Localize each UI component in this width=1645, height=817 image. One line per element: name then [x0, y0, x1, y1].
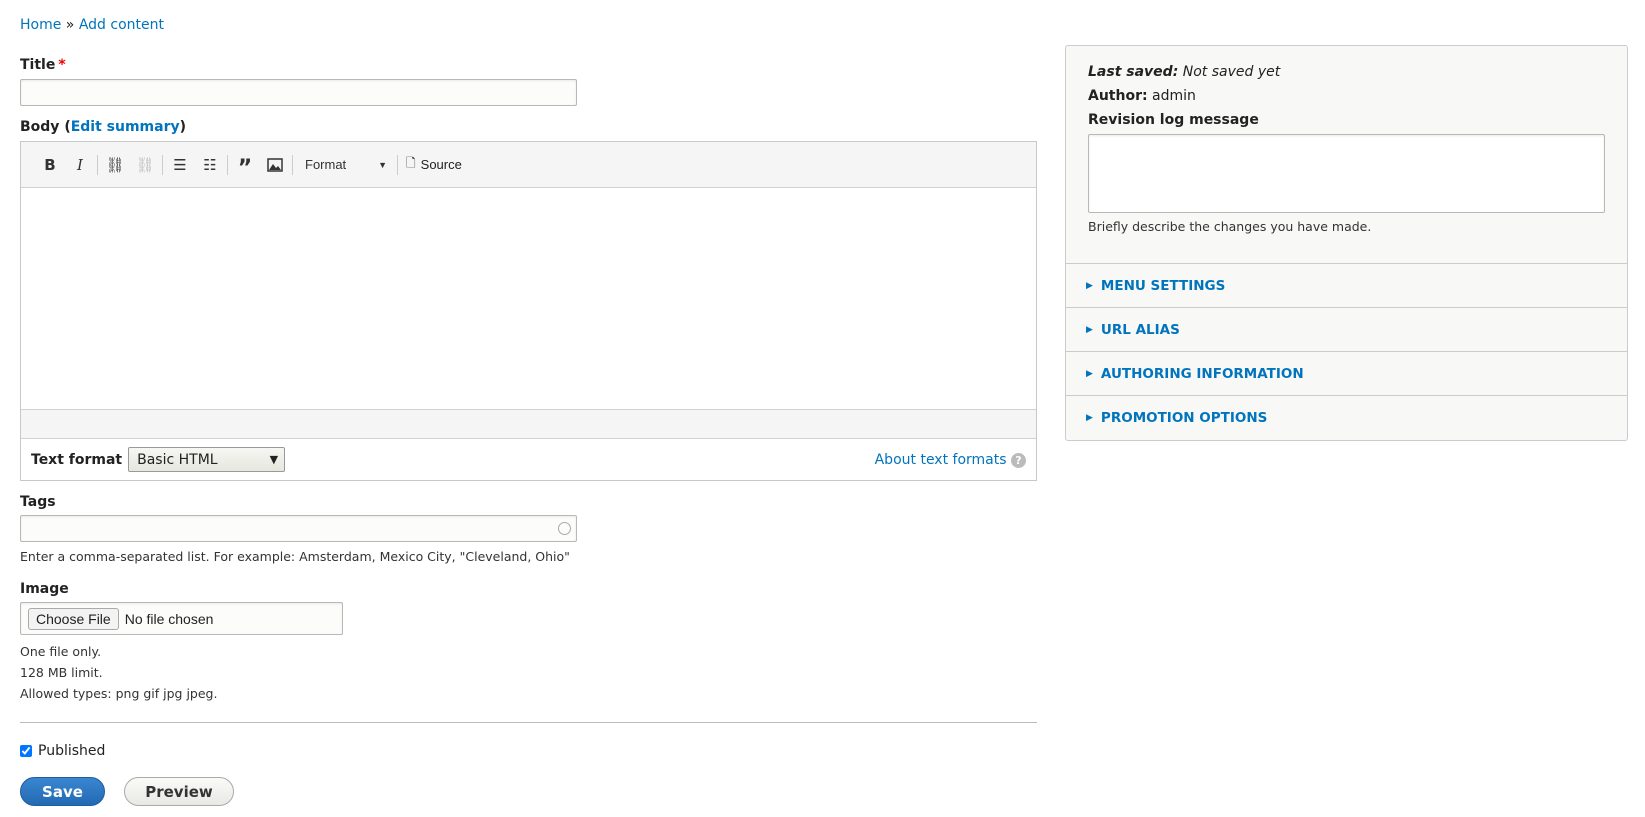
bold-icon[interactable]: B [35, 151, 65, 179]
author: Author: admin [1088, 88, 1196, 104]
chevron-down-icon: ▼ [269, 453, 279, 466]
meta-sidebar: Last saved: Not saved yet Author: admin … [1065, 45, 1628, 441]
published-checkbox[interactable] [20, 745, 32, 757]
breadcrumb-current[interactable]: Add content [79, 17, 164, 33]
tags-label: Tags [20, 494, 56, 510]
last-saved: Last saved: Not saved yet [1088, 64, 1281, 80]
link-icon[interactable]: ⛓ [100, 151, 130, 179]
italic-icon[interactable]: I [65, 151, 95, 179]
url-alias-toggle[interactable]: ▶ URL ALIAS [1066, 307, 1627, 351]
revision-label: Revision log message [1088, 112, 1259, 128]
triangle-right-icon: ▶ [1086, 324, 1093, 335]
autocomplete-icon [558, 522, 571, 535]
title-input[interactable] [20, 79, 577, 106]
promotion-options-toggle[interactable]: ▶ PROMOTION OPTIONS [1066, 395, 1627, 439]
triangle-right-icon: ▶ [1086, 280, 1093, 291]
body-label: Body (Edit summary) [20, 119, 187, 135]
breadcrumb-home[interactable]: Home [20, 17, 61, 33]
revision-log-textarea[interactable] [1088, 134, 1605, 213]
published-checkbox-row[interactable]: Published [20, 743, 105, 759]
unlink-icon[interactable]: ⛓ [130, 151, 160, 179]
source-button[interactable]: 🗋 Source [400, 154, 468, 175]
image-file-input[interactable]: Choose File No file chosen [20, 602, 343, 635]
source-icon: 🗋 [406, 156, 416, 170]
help-icon: ? [1011, 452, 1026, 468]
authoring-information-toggle[interactable]: ▶ AUTHORING INFORMATION [1066, 351, 1627, 395]
tags-description: Enter a comma-separated list. For exampl… [20, 549, 570, 564]
menu-settings-toggle[interactable]: ▶ MENU SETTINGS [1066, 263, 1627, 307]
blockquote-icon[interactable]: ” [230, 151, 260, 181]
body-editor: B I ⛓ ⛓ ☰ ☷ ” Format ▼ 🗋 Source Text forma… [20, 141, 1037, 481]
text-format-row: Text format Basic HTML ▼ About text forma… [21, 439, 1036, 480]
edit-summary-link[interactable]: Edit summary [71, 119, 180, 135]
choose-file-button[interactable]: Choose File [28, 607, 119, 630]
title-label: Title * [20, 57, 66, 73]
bulleted-list-icon[interactable]: ☰ [165, 151, 195, 179]
tags-input[interactable] [20, 515, 577, 542]
chevron-down-icon: ▼ [378, 160, 387, 170]
breadcrumb: Home » Add content [20, 17, 164, 33]
preview-button[interactable]: Preview [124, 777, 234, 806]
editor-content[interactable] [21, 188, 1036, 409]
text-format-select[interactable]: Basic HTML ▼ [128, 447, 286, 472]
editor-toolbar: B I ⛓ ⛓ ☰ ☷ ” Format ▼ 🗋 Source [21, 142, 1036, 188]
format-dropdown[interactable]: Format ▼ [295, 157, 395, 172]
save-button[interactable]: Save [20, 777, 105, 806]
triangle-right-icon: ▶ [1086, 412, 1093, 423]
image-icon[interactable] [260, 151, 290, 179]
divider [20, 722, 1037, 723]
no-file-text: No file chosen [124, 610, 214, 627]
triangle-right-icon: ▶ [1086, 368, 1093, 379]
editor-path-bar [21, 409, 1036, 439]
numbered-list-icon[interactable]: ☷ [195, 151, 225, 179]
about-text-formats-link[interactable]: About text formats [875, 452, 1007, 468]
image-description: One file only. 128 MB limit. Allowed types… [20, 644, 218, 701]
revision-description: Briefly describe the changes you have ma… [1088, 219, 1372, 234]
image-label: Image [20, 581, 69, 597]
